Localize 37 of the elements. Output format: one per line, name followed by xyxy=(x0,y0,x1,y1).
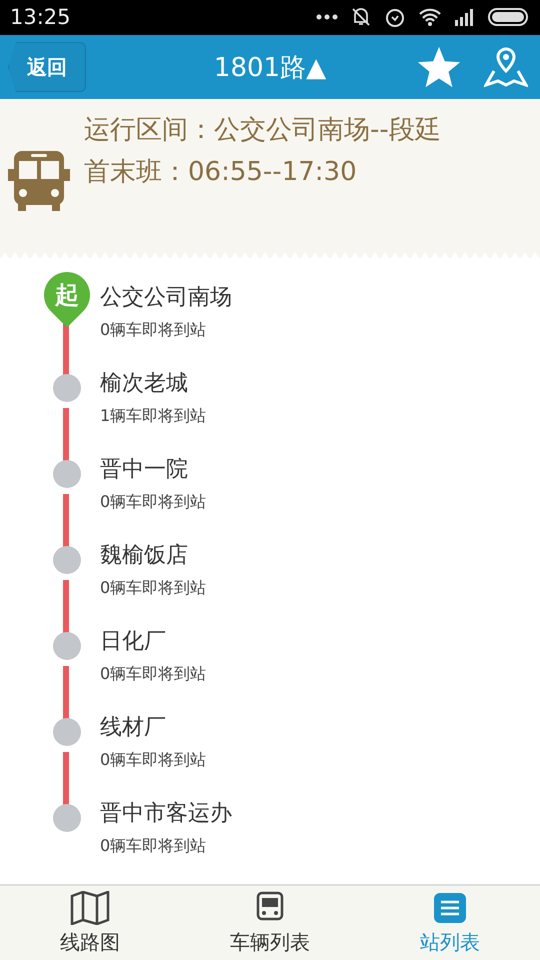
arrival-count: 0辆车即将到站 xyxy=(100,578,206,600)
bus-icon xyxy=(6,151,72,212)
tab[interactable]: 车辆列表 xyxy=(180,886,360,960)
route-range: 运行区间：公交公司南场--段廷 xyxy=(84,114,441,148)
more-icon xyxy=(316,14,338,20)
station-name[interactable]: 魏榆饭店 xyxy=(100,540,206,570)
wifi-icon xyxy=(418,7,442,28)
arrival-count: 1辆车即将到站 xyxy=(100,406,206,428)
arrival-count: 0辆车即将到站 xyxy=(100,492,206,514)
station-name[interactable]: 晋中一院 xyxy=(100,454,206,484)
arrival-count: 0辆车即将到站 xyxy=(100,664,206,686)
battery-icon xyxy=(488,8,530,26)
list-icon xyxy=(432,890,468,925)
alarm-icon xyxy=(384,6,406,28)
station-name[interactable]: 日化厂 xyxy=(100,626,206,656)
signal-icon xyxy=(454,8,476,26)
station-name[interactable]: 榆次老城 xyxy=(100,368,206,398)
route-schedule: 首末班：06:55--17:30 xyxy=(84,156,358,190)
arrival-count: 0辆车即将到站 xyxy=(100,750,206,772)
map-pin-icon[interactable] xyxy=(484,45,528,90)
station-dot xyxy=(53,718,81,746)
station-dot xyxy=(53,804,81,832)
status-time: 13:25 xyxy=(10,5,71,30)
station-name[interactable]: 晋中市客运办 xyxy=(100,798,232,828)
map-icon xyxy=(70,890,110,925)
station-dot xyxy=(53,632,81,660)
mute-icon xyxy=(350,6,372,28)
arrival-count: 0辆车即将到站 xyxy=(100,836,208,858)
station-dot xyxy=(53,460,81,488)
station-name[interactable]: 线材厂 xyxy=(100,712,206,742)
station-dot xyxy=(53,546,81,574)
station-name[interactable]: 公交公司南场 xyxy=(100,282,232,312)
arrival-count: 0辆车即将到站 xyxy=(100,320,208,342)
back-button[interactable]: 返回 xyxy=(8,42,86,92)
tab[interactable]: 线路图 xyxy=(0,886,180,960)
station-dot xyxy=(53,374,81,402)
star-icon[interactable] xyxy=(416,45,462,90)
